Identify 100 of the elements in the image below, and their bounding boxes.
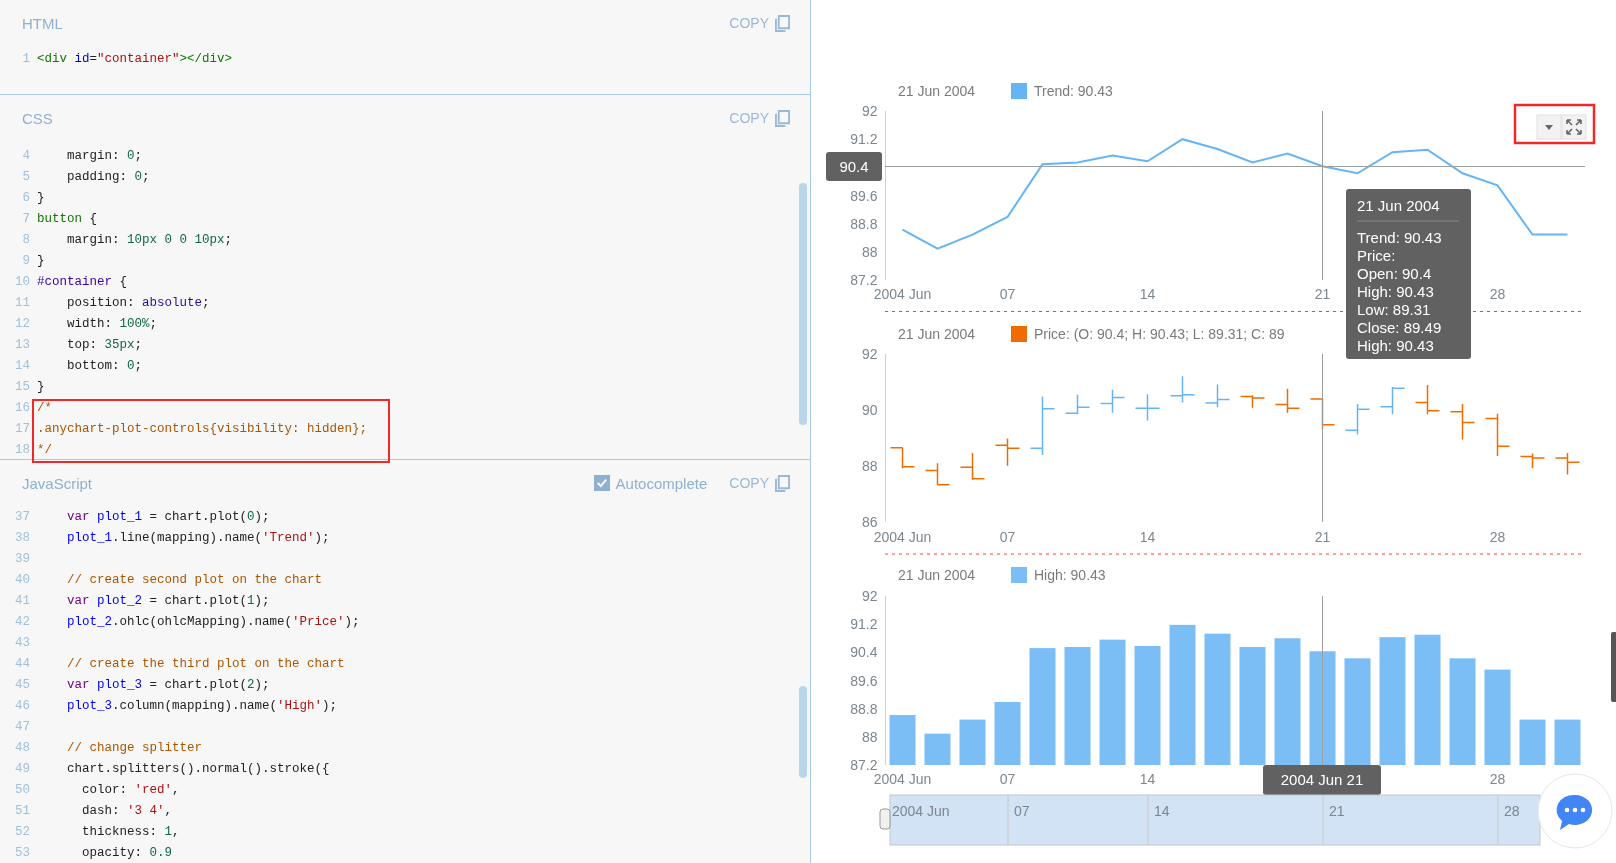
navigator-label: 2004 Jun [892,803,950,819]
tooltip-text: Trend: 90.43 [1357,229,1442,246]
tooltip-title: 21 Jun 2004 [1357,197,1440,214]
code-line: } [37,379,45,396]
legend-label: Trend: 90.43 [1034,83,1113,99]
code-line: var plot_3 = chart.plot(2); [66,677,270,694]
line-number: 4 [21,148,30,165]
navigator-handle[interactable] [879,808,891,830]
legend-label: High: 90.43 [1034,567,1106,583]
legend-date: 21 Jun 2004 [898,83,976,99]
code-line: padding: 0; [66,169,150,186]
code-line: button { [37,211,98,228]
code-line: margin: 10px 0 0 10px; [66,232,233,249]
code-line: // create second plot on the chart [66,572,323,589]
bar [994,702,1021,765]
line-number: 45 [14,677,30,694]
bar [1554,719,1581,765]
axis-label: 91.2 [850,131,878,148]
axis-label: 88 [861,458,878,474]
tooltip-text: Low: 89.31 [1357,301,1431,318]
scrollbar-thumb[interactable] [799,686,807,778]
line-number: 1 [21,51,30,68]
axis-label: 86 [861,514,878,530]
line-number: 50 [14,782,30,799]
axis-label: 14 [1139,286,1156,302]
copy-button[interactable]: COPY [729,109,790,127]
axis-label: 28 [1489,771,1506,787]
fullscreen-button[interactable] [1561,114,1587,140]
copy-icon [775,109,790,127]
line-number: 38 [14,530,30,547]
expand-icon [1566,119,1582,135]
code-line: margin: 0; [66,148,143,165]
tooltip-text: High: 90.43 [1357,337,1434,354]
checkbox[interactable] [593,475,610,491]
line-number: 8 [21,232,30,249]
code-line: <div id="container"></div> [37,51,233,68]
line-number: 6 [21,190,30,207]
line-number: 5 [21,169,30,186]
line-number: 7 [21,211,30,228]
axis-label: 91.2 [850,616,878,633]
axis-label: 87.2 [850,757,878,773]
line-number: 10 [14,274,30,291]
line-number: 39 [14,551,30,568]
line-number: 44 [14,656,30,673]
line-number: 40 [14,572,30,589]
dropdown-button[interactable] [1536,114,1562,140]
line-number: 52 [14,824,30,841]
caret-icon [1545,125,1553,130]
autocomplete-label: Autocomplete [615,474,708,492]
scrollbar-thumb[interactable] [799,183,807,425]
axis-label: 07 [999,286,1016,302]
axis-label: 28 [1489,286,1506,302]
navigator-label: 21 [1329,803,1345,819]
code-line: opacity: 0.9 [81,845,173,862]
line-number: 16 [14,400,30,417]
bar [959,719,986,765]
code-line: } [37,190,45,207]
line-number: 37 [14,509,30,526]
code-line: /* [37,400,52,417]
axis-label: 14 [1139,529,1156,545]
line-number: 9 [21,253,30,270]
axis-label: 92 [861,346,878,362]
axis-label: 90.4 [850,644,878,661]
code-line: var plot_2 = chart.plot(1); [66,593,270,610]
axis-label: 89.6 [850,672,878,689]
line-number: 51 [14,803,30,820]
line-number: 48 [14,740,30,757]
code-line: } [37,253,45,270]
navigator-label: 07 [1014,803,1030,819]
code-line: // create the third plot on the chart [66,656,345,673]
axis-label: 07 [999,771,1016,787]
crosshair-label-background [826,152,882,181]
code-line: // change splitter [66,740,203,757]
axis-label: 88 [861,728,878,745]
legend-label: Price: (O: 90.4; H: 90.43; L: 89.31; C: 89 [1034,326,1285,342]
axis-label: 07 [999,529,1016,545]
line-number: 53 [14,845,30,862]
copy-button[interactable]: COPY [729,14,790,32]
copy-icon [775,474,790,492]
tooltip-text: Open: 90.4 [1357,265,1432,282]
panel-title: HTML [22,14,63,32]
axis-label: 21 [1314,529,1331,545]
legend-date: 21 Jun 2004 [898,567,976,583]
axis-label: 89.6 [850,187,878,204]
chat-button[interactable] [1537,773,1613,849]
line-number: 13 [14,337,30,354]
line-number: 18 [14,442,30,459]
tooltip-text: High: 90.43 [1357,283,1434,300]
axis-label: 14 [1139,771,1156,787]
bar [889,715,916,765]
code-line: color: 'red', [81,782,180,799]
axis-label: 88.8 [850,215,878,232]
line-number: 42 [14,614,30,631]
code-line: */ [37,442,52,459]
copy-button[interactable]: COPY [729,474,790,492]
side-tab[interactable] [1611,632,1616,702]
axis-label: 88.8 [850,700,878,717]
navigator-track[interactable] [889,794,1541,846]
tooltip-text: Close: 89.49 [1357,319,1442,336]
axis-label: 87.2 [850,272,878,288]
